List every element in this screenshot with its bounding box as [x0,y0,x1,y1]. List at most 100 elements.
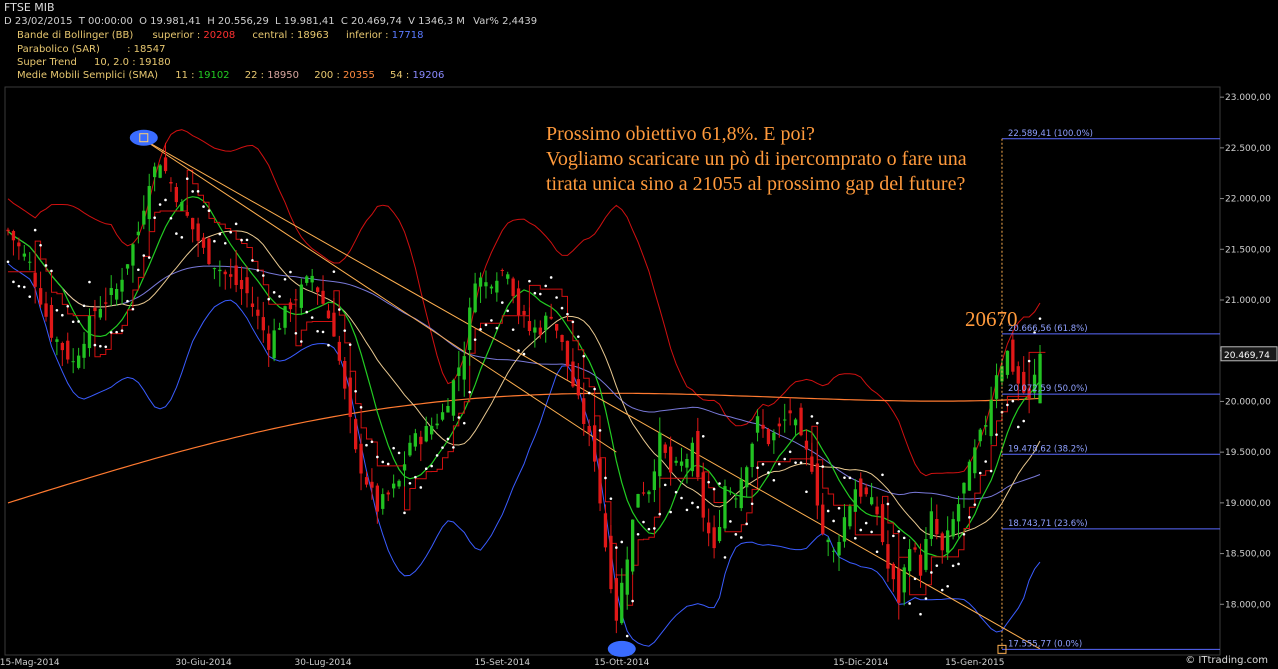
candle-body [837,542,841,556]
sar-dot [848,476,852,480]
sar-dot [142,254,146,257]
sar-dot [294,332,298,335]
sar-dot [1006,403,1009,407]
sar-dot [82,304,86,308]
candle-body [272,330,276,359]
candle-body [451,380,456,416]
sar-dot [593,387,596,391]
candle-body [810,456,814,472]
candle-body [663,444,667,453]
candle-body [82,343,86,358]
sar-dot [185,177,189,181]
sar-dot [66,304,70,308]
sar-dot [500,301,504,304]
sar-dot [810,415,814,418]
sar-dot [805,490,808,494]
candle-body [565,340,570,367]
sar-dot [1027,359,1031,363]
candle-body [489,286,494,289]
candle-body [707,522,711,534]
candle-body [364,477,369,485]
sma11-line [7,196,1041,558]
candle-body [924,539,928,570]
x-tick-label: 15-Set-2014 [474,658,530,668]
sar-dot [919,612,922,616]
candle-body [603,513,608,548]
sar-dot [370,440,374,444]
candle-body [712,527,716,549]
candle-body [473,283,477,313]
candle-body [174,187,178,203]
sar-dot [175,232,178,235]
candle-body [49,305,54,338]
sar-dot [870,530,873,534]
price-chart[interactable]: 22.589,41 (100.0%) 20.666,56 (61.8%) 20.07… [0,0,1278,669]
candle-body [55,339,59,342]
candle-body [39,288,43,305]
candle-body [60,343,64,351]
candle-body [636,494,640,508]
sma-layer [7,196,1041,558]
y-tick-label: 22.000,00 [1225,195,1271,205]
candle-body [739,479,743,509]
candle-body [413,433,417,447]
sar-dot [973,503,977,506]
candle-body [375,485,379,512]
sar-dot [707,480,710,484]
candle-body [734,498,738,500]
candle-body [1016,366,1020,384]
sar-dot [968,516,971,519]
candle-body [267,333,271,350]
candle-body [87,315,92,349]
candle-body [158,165,162,178]
sar-dot [495,326,499,330]
candle-body [201,237,206,248]
candle-body [294,299,298,301]
sar-dot [234,222,238,226]
sar-dot [435,454,439,457]
sar-dot [310,316,314,319]
sar-dot [538,292,542,296]
sar-dot [892,534,895,538]
sar-dot [696,505,700,509]
candle-body [641,492,646,494]
sar-dot [739,536,743,539]
candle-body [506,274,510,279]
sar-dot [386,462,390,466]
sar-dot [158,203,162,206]
candle-body [669,446,673,473]
sar-dot [658,512,662,516]
sar-dot [799,461,803,464]
sar-dot [332,270,336,273]
sar-dot [261,274,265,277]
sar-dot [750,502,754,506]
sar-dot [549,276,553,279]
sar-dot [359,405,363,409]
candle-body [430,425,434,435]
sar-dot [223,241,227,245]
sar-dot [147,256,151,259]
sar-dot [783,457,787,461]
candle-body [468,307,472,350]
candle-body [440,412,445,420]
sar-dot [12,280,15,284]
candle-body [516,288,521,316]
sar-dot [251,259,254,262]
sar-dot [1011,399,1015,403]
sar-dot [685,508,689,512]
candle-body [750,443,754,467]
sar-dot [479,328,482,331]
candle-body [11,231,16,241]
candle-body [967,461,972,491]
sar-dot [240,238,243,242]
y-tick-label: 18.000,00 [1225,600,1271,610]
candle-body [658,432,662,477]
candle-body [1005,350,1010,375]
sar-dot [875,550,879,554]
candle-body [66,340,70,360]
sar-dot [886,502,890,506]
sar-dot [365,443,368,447]
candle-body [593,425,597,462]
candle-body [212,268,217,270]
sar-dot [777,462,781,466]
